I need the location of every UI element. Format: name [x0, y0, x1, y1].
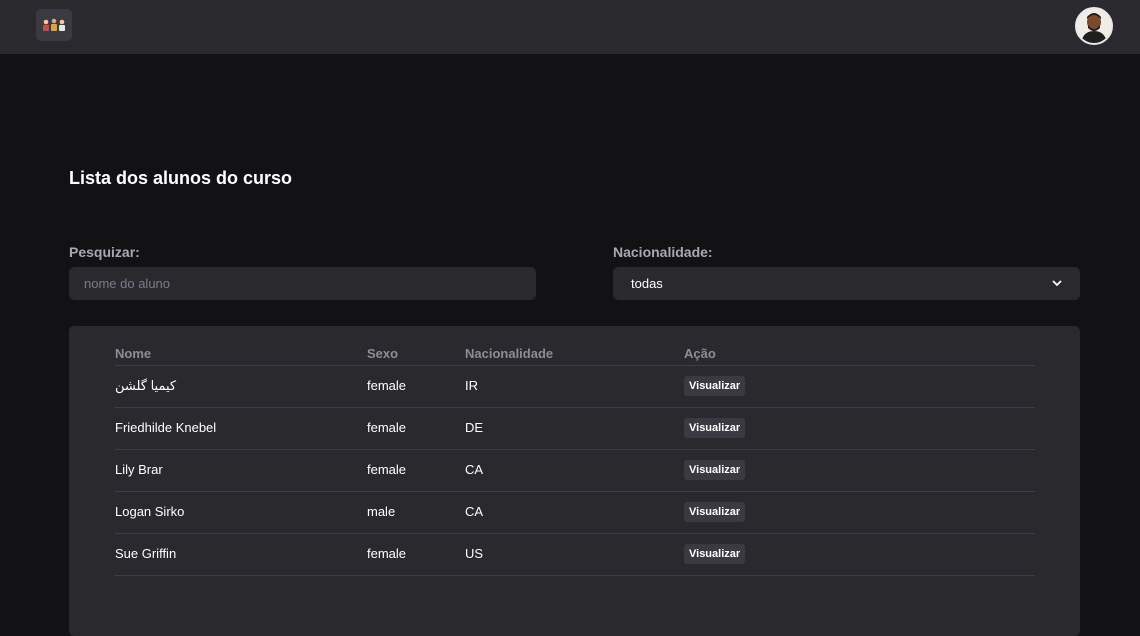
table-row: Sue Griffin female US Visualizar: [115, 534, 1035, 576]
cell-nacionalidade: CA: [465, 504, 484, 519]
cell-sexo: female: [367, 378, 407, 393]
header-acao: Ação: [684, 346, 716, 361]
cell-sexo: female: [367, 462, 407, 477]
header-sexo: Sexo: [367, 346, 399, 361]
nationality-select[interactable]: todas: [613, 267, 1080, 300]
nationality-label: Nacionalidade:: [613, 244, 713, 260]
view-button[interactable]: Visualizar: [684, 544, 746, 564]
table-row: Lily Brar female CA Visualizar: [115, 450, 1035, 492]
view-button[interactable]: Visualizar: [684, 502, 746, 522]
user-avatar[interactable]: [1075, 7, 1113, 45]
search-input[interactable]: [69, 267, 536, 300]
cell-nome: Logan Sirko: [115, 504, 185, 519]
cell-sexo: female: [367, 420, 407, 435]
cell-sexo: male: [367, 504, 396, 519]
view-button[interactable]: Visualizar: [684, 418, 746, 438]
nationality-select-value: todas: [631, 276, 663, 291]
students-group-icon[interactable]: [36, 9, 72, 41]
cell-nome: Lily Brar: [115, 462, 163, 477]
table-row: کیمیا گلشن female IR Visualizar: [115, 366, 1035, 408]
table-row: Friedhilde Knebel female DE Visualizar: [115, 408, 1035, 450]
table-row: Logan Sirko male CA Visualizar: [115, 492, 1035, 534]
search-label: Pesquizar:: [69, 244, 140, 260]
cell-nome: کیمیا گلشن: [115, 378, 177, 393]
cell-sexo: female: [367, 546, 407, 561]
cell-nacionalidade: CA: [465, 462, 484, 477]
top-bar: [0, 0, 1140, 54]
header-nacionalidade: Nacionalidade: [465, 346, 554, 361]
chevron-down-icon: [1052, 280, 1062, 287]
view-button[interactable]: Visualizar: [684, 376, 746, 396]
cell-nacionalidade: US: [465, 546, 484, 561]
header-nome: Nome: [115, 346, 152, 361]
table-header: Nome Sexo Nacionalidade Ação: [115, 346, 1035, 366]
cell-nacionalidade: IR: [465, 378, 478, 393]
cell-nome: Friedhilde Knebel: [115, 420, 217, 435]
cell-nome: Sue Griffin: [115, 546, 177, 561]
students-table-panel: Nome Sexo Nacionalidade Ação کیمیا گلشن …: [69, 326, 1080, 636]
page-title: Lista dos alunos do curso: [69, 168, 293, 188]
view-button[interactable]: Visualizar: [684, 460, 746, 480]
cell-nacionalidade: DE: [465, 420, 484, 435]
